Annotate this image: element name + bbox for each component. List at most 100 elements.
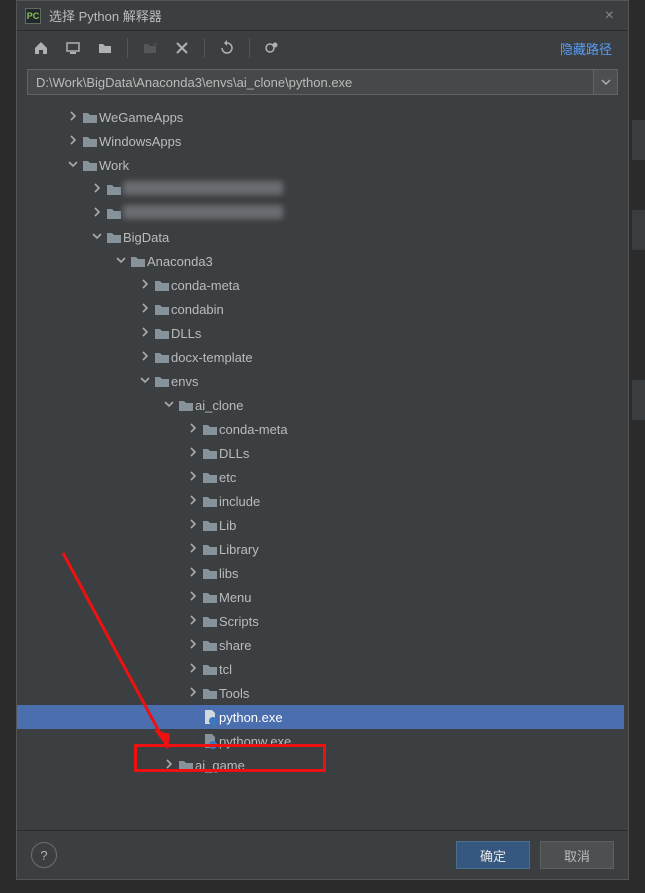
expand-arrow-icon[interactable] (185, 471, 201, 484)
pycharm-logo-icon: PC (25, 8, 41, 24)
redacted-label (123, 205, 283, 219)
expand-arrow-icon[interactable] (185, 543, 201, 556)
ok-button-label: 确定 (480, 846, 506, 865)
expand-arrow-icon[interactable] (185, 615, 201, 628)
tree-file-row[interactable]: python.exe (17, 705, 624, 729)
new-folder-icon[interactable]: + (136, 35, 164, 61)
folder-icon (153, 326, 171, 340)
dialog-title: 选择 Python 解释器 (49, 6, 599, 25)
tree-folder-row[interactable]: tcl (17, 657, 624, 681)
expand-arrow-icon[interactable] (137, 303, 153, 316)
tree-folder-row[interactable] (17, 177, 624, 201)
path-history-dropdown[interactable] (594, 69, 618, 95)
expand-arrow-icon[interactable] (65, 111, 81, 124)
expand-arrow-icon[interactable] (137, 327, 153, 340)
ok-button[interactable]: 确定 (456, 841, 530, 869)
expand-arrow-icon[interactable] (137, 279, 153, 292)
tree-folder-row[interactable]: Work (17, 153, 624, 177)
expand-arrow-icon[interactable] (161, 759, 177, 772)
tree-folder-row[interactable]: docx-template (17, 345, 624, 369)
tree-item-label (123, 205, 283, 222)
tree-file-row[interactable]: pythonw.exe (17, 729, 624, 753)
expand-arrow-icon[interactable] (185, 567, 201, 580)
collapse-arrow-icon[interactable] (161, 399, 177, 412)
expand-arrow-icon[interactable] (185, 447, 201, 460)
help-button[interactable]: ? (31, 842, 57, 868)
tree-item-label: tcl (219, 662, 232, 677)
cancel-button[interactable]: 取消 (540, 841, 614, 869)
home-icon[interactable] (27, 35, 55, 61)
tree-item-label: condabin (171, 302, 224, 317)
folder-icon (201, 662, 219, 676)
tree-item-label: Scripts (219, 614, 259, 629)
tree-item-label: ai_clone (195, 398, 243, 413)
tree-folder-row[interactable]: Library (17, 537, 624, 561)
toolbar-separator (249, 38, 250, 58)
tree-item-label: pythonw.exe (219, 734, 291, 749)
file-tree[interactable]: WeGameApps WindowsAppsWork BigData Anaconda… (17, 105, 628, 828)
folder-icon (201, 566, 219, 580)
tree-folder-row[interactable] (17, 201, 624, 225)
tree-folder-row[interactable]: libs (17, 561, 624, 585)
expand-arrow-icon[interactable] (185, 591, 201, 604)
expand-arrow-icon[interactable] (137, 351, 153, 364)
tree-item-label: Tools (219, 686, 249, 701)
tree-folder-row[interactable]: Scripts (17, 609, 624, 633)
folder-icon (201, 614, 219, 628)
expand-arrow-icon[interactable] (185, 423, 201, 436)
tree-folder-row[interactable]: ai_game (17, 753, 624, 777)
expand-arrow-icon[interactable] (185, 639, 201, 652)
desktop-icon[interactable] (59, 35, 87, 61)
expand-arrow-icon[interactable] (89, 207, 105, 220)
folder-icon (177, 758, 195, 772)
tree-folder-row[interactable]: ai_clone (17, 393, 624, 417)
tree-item-label: Library (219, 542, 259, 557)
tree-item-label: include (219, 494, 260, 509)
collapse-arrow-icon[interactable] (65, 159, 81, 172)
tree-folder-row[interactable]: DLLs (17, 321, 624, 345)
expand-arrow-icon[interactable] (185, 495, 201, 508)
tree-folder-row[interactable]: etc (17, 465, 624, 489)
tree-folder-row[interactable]: conda-meta (17, 273, 624, 297)
collapse-arrow-icon[interactable] (89, 231, 105, 244)
background-window-fragment (631, 120, 645, 160)
tree-item-label: Anaconda3 (147, 254, 213, 269)
tree-folder-row[interactable]: envs (17, 369, 624, 393)
tree-folder-row[interactable]: BigData (17, 225, 624, 249)
tree-item-label: share (219, 638, 252, 653)
titlebar: PC 选择 Python 解释器 × (17, 1, 628, 31)
close-icon[interactable]: × (599, 7, 620, 25)
tree-folder-row[interactable]: WindowsApps (17, 129, 624, 153)
refresh-icon[interactable] (213, 35, 241, 61)
show-hidden-icon[interactable] (258, 35, 286, 61)
project-icon[interactable] (91, 35, 119, 61)
tree-folder-row[interactable]: DLLs (17, 441, 624, 465)
expand-arrow-icon[interactable] (185, 519, 201, 532)
collapse-arrow-icon[interactable] (113, 255, 129, 268)
tree-item-label: WeGameApps (99, 110, 183, 125)
tree-folder-row[interactable]: condabin (17, 297, 624, 321)
tree-item-label: ai_game (195, 758, 245, 773)
tree-folder-row[interactable]: share (17, 633, 624, 657)
tree-folder-row[interactable]: conda-meta (17, 417, 624, 441)
expand-arrow-icon[interactable] (89, 183, 105, 196)
hide-path-link[interactable]: 隐藏路径 (554, 39, 618, 58)
folder-icon (201, 686, 219, 700)
folder-icon (201, 494, 219, 508)
folder-icon (201, 542, 219, 556)
tree-folder-row[interactable]: Tools (17, 681, 624, 705)
delete-icon[interactable] (168, 35, 196, 61)
tree-folder-row[interactable]: Lib (17, 513, 624, 537)
tree-folder-row[interactable]: WeGameApps (17, 105, 624, 129)
expand-arrow-icon[interactable] (65, 135, 81, 148)
path-input[interactable] (27, 69, 594, 95)
expand-arrow-icon[interactable] (185, 687, 201, 700)
expand-arrow-icon[interactable] (185, 663, 201, 676)
tree-folder-row[interactable]: include (17, 489, 624, 513)
folder-icon (81, 134, 99, 148)
tree-folder-row[interactable]: Anaconda3 (17, 249, 624, 273)
tree-folder-row[interactable]: Menu (17, 585, 624, 609)
folder-icon (153, 278, 171, 292)
tree-container: WeGameApps WindowsAppsWork BigData Anaconda… (17, 103, 628, 830)
collapse-arrow-icon[interactable] (137, 375, 153, 388)
